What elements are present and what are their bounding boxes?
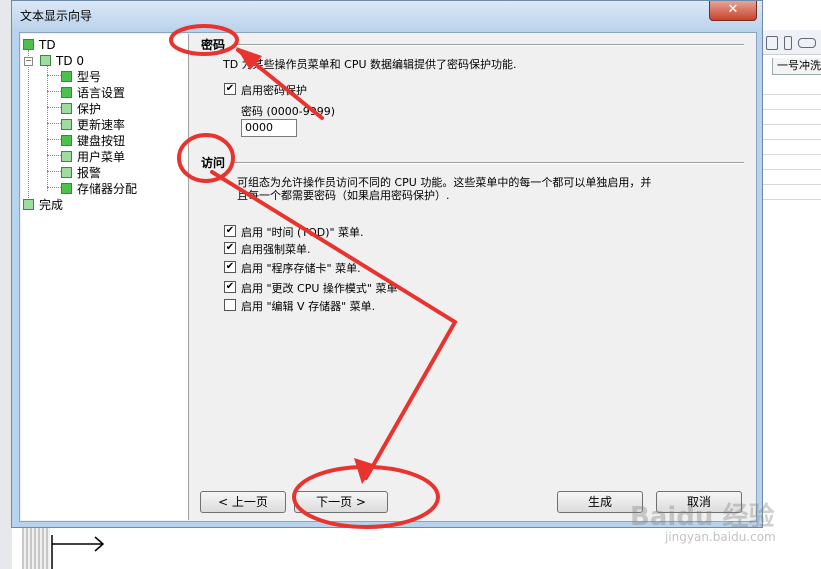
tree-item-label: 更新速率 <box>77 118 126 132</box>
enable-force-menu-label: 启用强制菜单. <box>241 243 311 256</box>
dialog-client: TD − TD 0 型号 语言设置 保护 更新速率 键盘按钮 用户菜单 报警 存… <box>19 32 757 522</box>
tree-item-label: 键盘按钮 <box>77 134 126 148</box>
tree-check-icon <box>61 135 72 146</box>
toolbar-icon[interactable] <box>766 36 778 50</box>
tree-item-user-menu[interactable]: 用户菜单 <box>61 149 125 165</box>
enable-memory-card-menu-label: 启用 "程序存储卡" 菜单. <box>241 262 361 275</box>
tree-item-language[interactable]: 语言设置 <box>61 85 125 101</box>
background-toolbar <box>760 30 821 55</box>
tree-item-alarm[interactable]: 报警 <box>61 165 101 181</box>
tree-item-protection[interactable]: 保护 <box>61 101 101 117</box>
prev-button[interactable]: < 上一页 <box>200 491 286 513</box>
tree-check-icon <box>61 103 72 114</box>
tree-check-icon <box>23 39 34 50</box>
password-range-label: 密码 (0000-9999) <box>241 105 336 118</box>
wizard-dialog: 文本显示向导 ✕ TD − TD 0 型号 语言设置 保护 更新速率 键盘按钮 … <box>11 0 763 528</box>
tree-item-memory-allocation[interactable]: 存储器分配 <box>61 181 137 197</box>
tree-check-icon <box>61 71 72 82</box>
enable-tod-menu-label: 启用 "时间 (TOD)" 菜单. <box>241 226 364 239</box>
section-divider <box>234 162 744 164</box>
access-description-line2: 且每一个都需要密码（如果启用密码保护）. <box>237 189 450 202</box>
tree-check-icon <box>23 199 34 210</box>
tree-item-model[interactable]: 型号 <box>61 69 101 85</box>
section-divider <box>234 44 744 46</box>
enable-cpu-mode-menu-label: 启用 "更改 CPU 操作模式" 菜单 <box>241 282 398 295</box>
enable-password-label: 启用密码保护 <box>241 84 307 97</box>
tree-check-icon <box>61 167 72 178</box>
password-description: TD 为某些操作员菜单和 CPU 数据编辑提供了密码保护功能. <box>223 58 517 71</box>
tree-item-label: 存储器分配 <box>77 182 138 196</box>
enable-memory-card-menu-checkbox[interactable]: ✔ <box>224 261 236 273</box>
tree-item-label: 用户菜单 <box>77 150 126 164</box>
tree-item-td0[interactable]: TD 0 <box>40 53 84 69</box>
baidu-watermark-url: jingyan.baidu.com <box>665 530 776 544</box>
tree-item-label: 保护 <box>77 102 102 116</box>
tree-item-label: 报警 <box>77 166 102 180</box>
password-input[interactable]: 0000 <box>241 119 297 137</box>
tree-check-icon <box>61 151 72 162</box>
tree-check-icon <box>40 55 51 66</box>
tree-item-update-rate[interactable]: 更新速率 <box>61 117 125 133</box>
toolbar-icon[interactable] <box>798 38 816 48</box>
enable-tod-menu-checkbox[interactable]: ✔ <box>224 225 236 237</box>
tree-item-label: 语言设置 <box>77 86 126 100</box>
title-bar[interactable]: 文本显示向导 ✕ <box>12 1 762 29</box>
tree-check-icon <box>61 119 72 130</box>
enable-cpu-mode-menu-checkbox[interactable]: ✔ <box>224 281 236 293</box>
tree-check-icon <box>61 183 72 194</box>
access-section-title: 访问 <box>201 156 226 170</box>
baidu-watermark: Baidu 经验 <box>630 502 775 532</box>
tree-item-td[interactable]: TD <box>23 37 56 53</box>
tree-item-keyboard-buttons[interactable]: 键盘按钮 <box>61 133 125 149</box>
close-icon: ✕ <box>727 2 739 17</box>
tree-item-label: TD <box>39 38 56 52</box>
enable-edit-v-memory-menu-label: 启用 "编辑 V 存储器" 菜单. <box>241 300 376 313</box>
enable-edit-v-memory-menu-checkbox[interactable] <box>224 299 236 311</box>
enable-password-checkbox[interactable]: ✔ <box>224 83 236 95</box>
password-section-title: 密码 <box>201 38 226 52</box>
wizard-page: 密码 TD 为某些操作员菜单和 CPU 数据编辑提供了密码保护功能. ✔ 启用密… <box>189 34 756 520</box>
enable-force-menu-checkbox[interactable]: ✔ <box>224 242 236 254</box>
tree-item-finish[interactable]: 完成 <box>23 197 63 213</box>
tree-item-label: TD 0 <box>56 54 85 68</box>
background-tab[interactable]: 一号冲洗 <box>772 58 821 75</box>
wizard-tree: TD − TD 0 型号 语言设置 保护 更新速率 键盘按钮 用户菜单 报警 存… <box>21 34 189 520</box>
tree-item-label: 型号 <box>77 70 102 84</box>
next-button[interactable]: 下一页 > <box>294 491 388 513</box>
tree-check-icon <box>61 87 72 98</box>
background-rows <box>760 80 821 520</box>
close-button[interactable]: ✕ <box>709 1 757 21</box>
toolbar-icon[interactable] <box>784 36 792 50</box>
tree-item-label: 完成 <box>39 198 64 212</box>
tree-collapse-icon[interactable]: − <box>24 57 33 66</box>
window-title: 文本显示向导 <box>20 9 93 23</box>
